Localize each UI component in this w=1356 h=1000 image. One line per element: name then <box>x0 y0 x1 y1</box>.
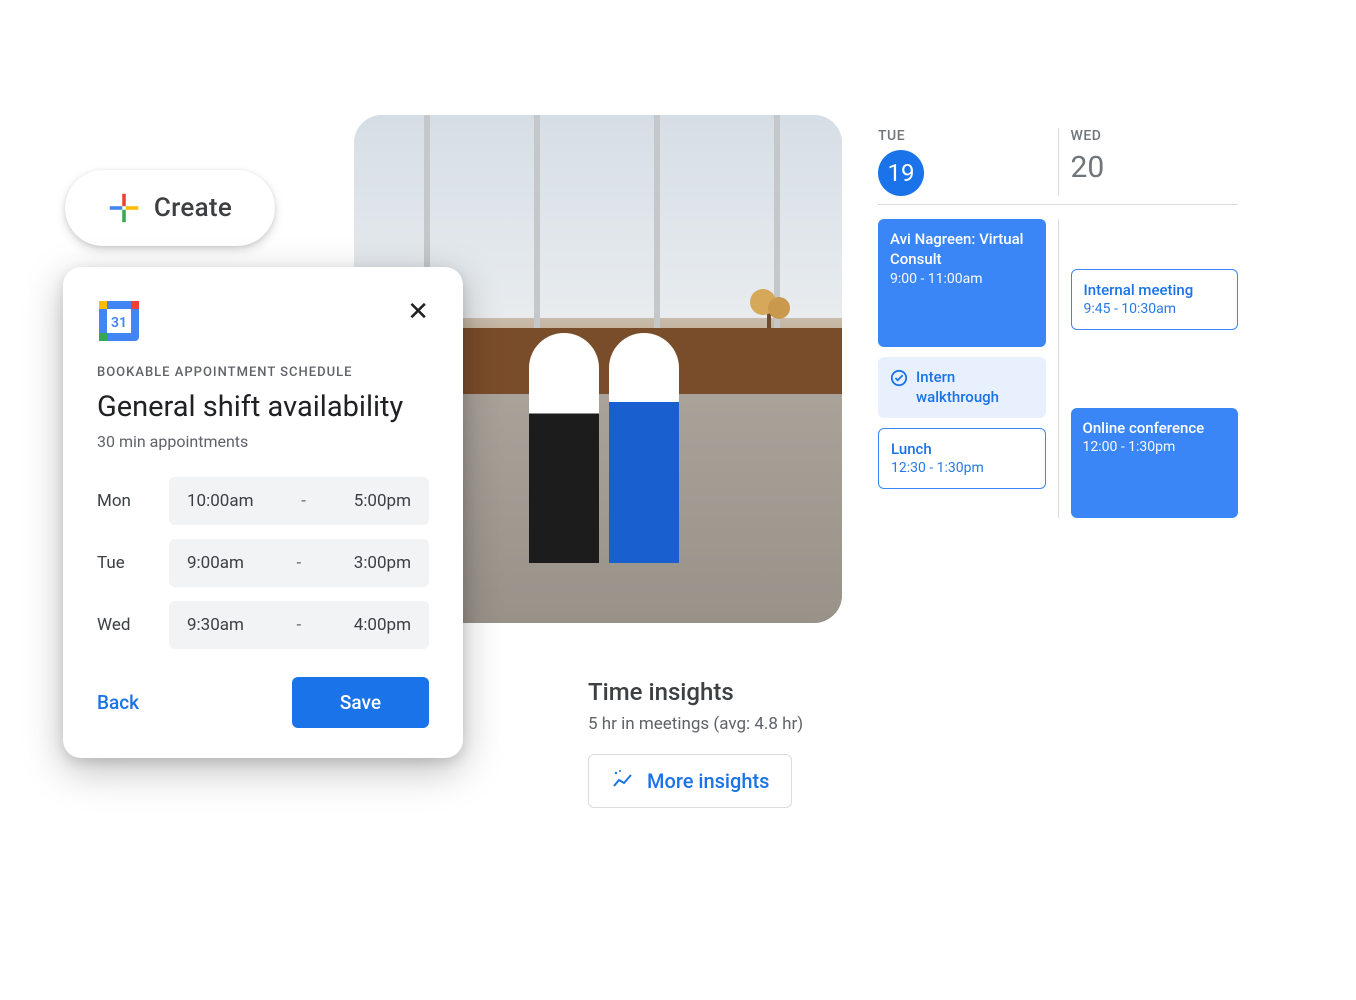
calendar-logo-icon: 31 <box>97 299 141 343</box>
calendar-day-header[interactable]: TUE 19 <box>878 128 1058 196</box>
schedule-row: Mon 10:00am - 5:00pm <box>97 477 429 525</box>
day-label: Wed <box>97 615 149 635</box>
svg-text:31: 31 <box>111 315 127 331</box>
create-label: Create <box>154 193 232 223</box>
day-number: 20 <box>1071 150 1239 185</box>
event-title: Internal meeting <box>1084 280 1226 300</box>
start-time: 10:00am <box>187 491 254 511</box>
start-time: 9:00am <box>187 553 244 573</box>
calendar-event[interactable]: Lunch 12:30 - 1:30pm <box>878 428 1046 489</box>
appointment-title: General shift availability <box>97 390 429 424</box>
calendar-event[interactable]: Avi Nagreen: Virtual Consult 9:00 - 11:0… <box>878 219 1046 347</box>
schedule-row: Wed 9:30am - 4:00pm <box>97 601 429 649</box>
plus-icon <box>108 192 140 224</box>
end-time: 5:00pm <box>354 491 411 511</box>
appointment-card: 31 ✕ BOOKABLE APPOINTMENT SCHEDULE Gener… <box>63 267 463 758</box>
event-time: 12:30 - 1:30pm <box>891 459 1033 478</box>
calendar-event[interactable]: Internal meeting 9:45 - 10:30am <box>1071 269 1239 330</box>
time-insights: Time insights 5 hr in meetings (avg: 4.8… <box>588 678 888 808</box>
dash: - <box>301 491 306 511</box>
time-range-input[interactable]: 9:00am - 3:00pm <box>169 539 429 587</box>
time-range-input[interactable]: 10:00am - 5:00pm <box>169 477 429 525</box>
close-icon[interactable]: ✕ <box>407 299 429 325</box>
insights-subtitle: 5 hr in meetings (avg: 4.8 hr) <box>588 714 888 734</box>
day-of-week: WED <box>1071 128 1239 144</box>
save-button[interactable]: Save <box>292 677 429 728</box>
more-insights-button[interactable]: More insights <box>588 754 792 808</box>
appointment-overline: BOOKABLE APPOINTMENT SCHEDULE <box>97 365 429 380</box>
end-time: 3:00pm <box>354 553 411 573</box>
time-range-input[interactable]: 9:30am - 4:00pm <box>169 601 429 649</box>
day-of-week: TUE <box>878 128 1046 144</box>
dash: - <box>297 615 302 635</box>
check-circle-icon <box>890 369 908 387</box>
event-title: Lunch <box>891 439 1033 459</box>
create-button[interactable]: Create <box>65 170 275 246</box>
calendar-event[interactable]: Intern walkthrough <box>878 357 1046 418</box>
end-time: 4:00pm <box>354 615 411 635</box>
day-number-selected: 19 <box>878 150 924 196</box>
event-time: 9:45 - 10:30am <box>1084 300 1226 319</box>
dash: - <box>297 553 302 573</box>
back-button[interactable]: Back <box>97 691 139 714</box>
appointment-subtitle: 30 min appointments <box>97 432 429 451</box>
event-time: 12:00 - 1:30pm <box>1083 438 1227 457</box>
event-title: Avi Nagreen: Virtual Consult <box>890 229 1034 270</box>
insights-icon <box>611 769 635 793</box>
calendar-day-header[interactable]: WED 20 <box>1058 128 1239 196</box>
day-label: Mon <box>97 491 149 511</box>
event-time: 9:00 - 11:00am <box>890 270 1034 289</box>
insights-title: Time insights <box>588 678 888 706</box>
mini-calendar: TUE 19 WED 20 Avi Nagreen: Virtual Consu… <box>878 128 1238 518</box>
more-insights-label: More insights <box>647 769 769 793</box>
schedule-row: Tue 9:00am - 3:00pm <box>97 539 429 587</box>
start-time: 9:30am <box>187 615 244 635</box>
event-title: Online conference <box>1083 418 1227 438</box>
day-label: Tue <box>97 553 149 573</box>
event-title: Intern walkthrough <box>916 367 1034 408</box>
calendar-event[interactable]: Online conference 12:00 - 1:30pm <box>1071 408 1239 518</box>
